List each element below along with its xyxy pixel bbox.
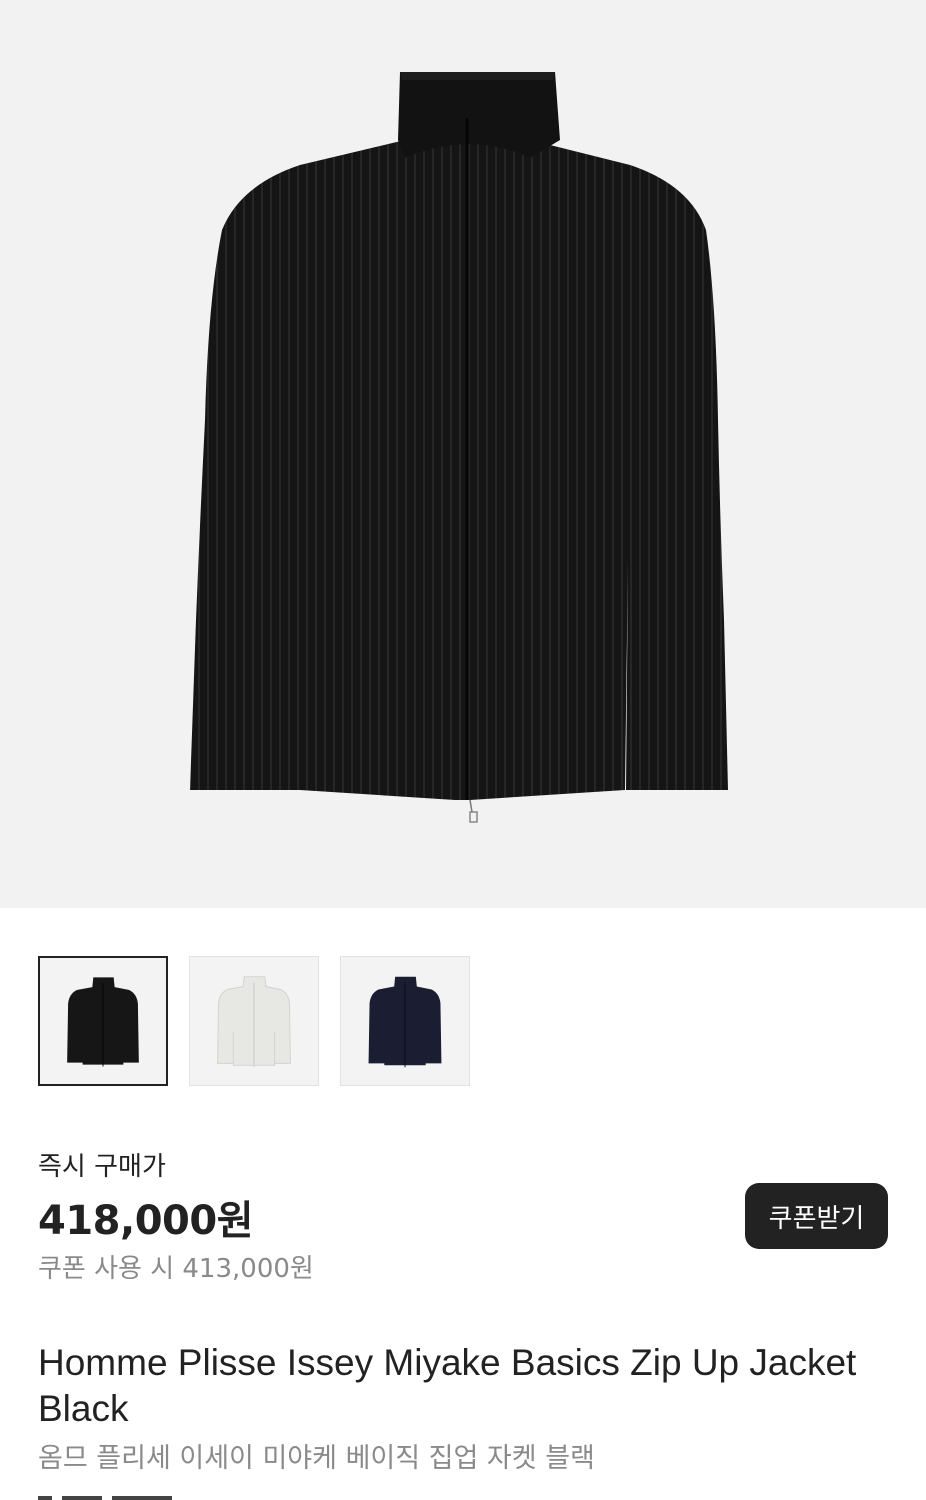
product-main-image[interactable]	[0, 0, 926, 908]
instant-buy-price: 418,000원	[38, 1198, 254, 1244]
jacket-thumbnail-icon	[67, 977, 139, 1067]
jacket-thumbnail-icon	[368, 976, 442, 1068]
thumbnail-black[interactable]	[38, 956, 168, 1086]
product-title-korean: 옴므 플리세 이세이 미야케 베이직 집업 자켓 블랙	[38, 1443, 595, 1474]
get-coupon-button[interactable]: 쿠폰받기	[745, 1183, 888, 1249]
thumbnail-navy[interactable]	[340, 956, 470, 1086]
product-title-english: Homme Plisse Issey Miyake Basics Zip Up …	[38, 1342, 857, 1429]
thumbnail-light-grey[interactable]	[189, 956, 319, 1086]
jacket-illustration	[190, 72, 728, 823]
instant-buy-price-label: 즉시 구매가	[38, 1152, 166, 1182]
cut-off-next-section	[38, 1492, 238, 1500]
coupon-applied-price: 쿠폰 사용 시 413,000원	[38, 1254, 314, 1284]
jacket-thumbnail-icon	[217, 976, 291, 1068]
